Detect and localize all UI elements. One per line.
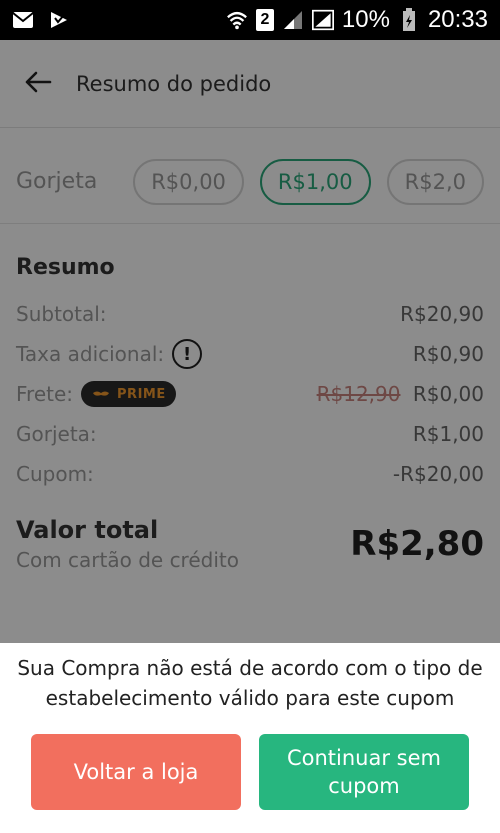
mail-notification-icon (12, 9, 34, 31)
warning-message: Sua Compra não está de acordo com o tipo… (17, 656, 483, 710)
coupon-warning-sheet: Sua Compra não está de acordo com o tipo… (0, 643, 500, 833)
download-notification-icon (48, 9, 70, 31)
clock: 20:33 (427, 6, 488, 33)
sheet-actions: Voltar a loja Continuar sem cupom (31, 734, 469, 810)
continue-without-coupon-button[interactable]: Continuar sem cupom (259, 734, 469, 810)
wifi-icon (226, 9, 248, 31)
modal-backdrop[interactable] (0, 40, 500, 643)
signal-icon-2 (311, 9, 334, 31)
status-bar: 2 10% 20:33 (0, 0, 500, 40)
battery-percentage: 10% (341, 6, 390, 33)
signal-icon (282, 9, 304, 31)
sim-slot-badge: 2 (255, 9, 274, 31)
back-to-store-button[interactable]: Voltar a loja (31, 734, 241, 810)
battery-icon (398, 8, 420, 31)
